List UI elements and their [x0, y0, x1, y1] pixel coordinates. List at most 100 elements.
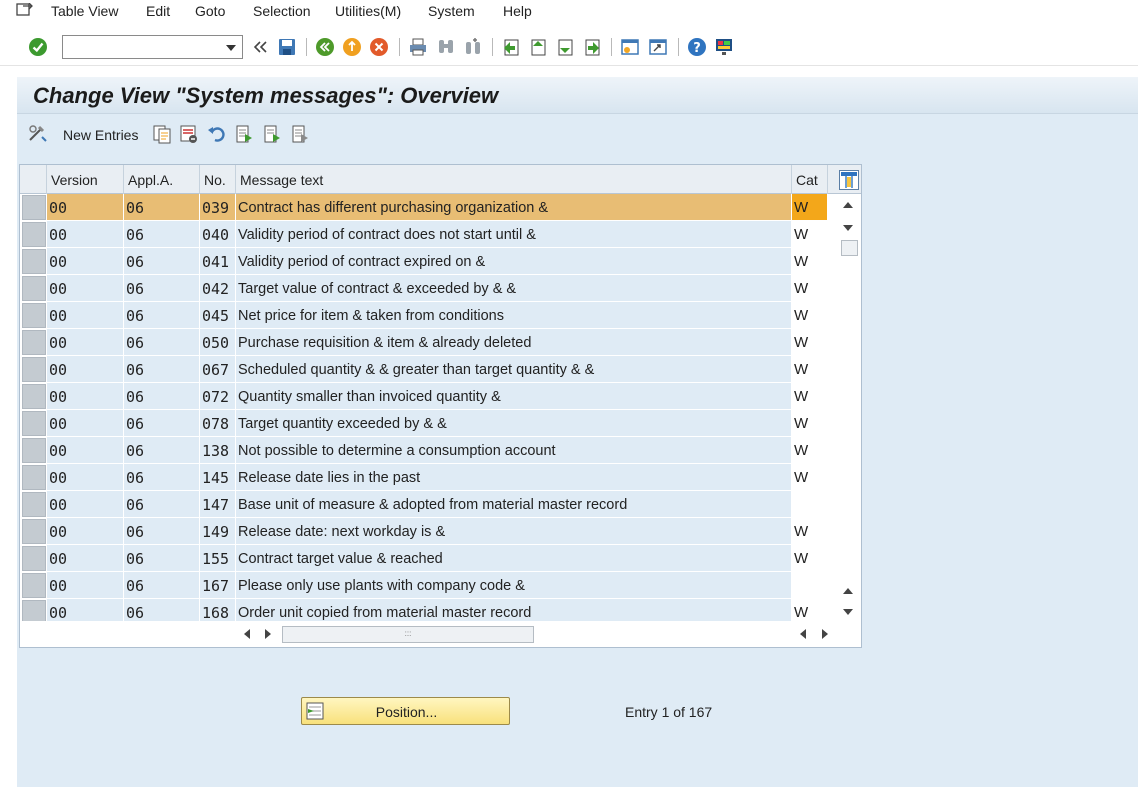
new-entries-button[interactable]: New Entries: [63, 127, 138, 143]
cell-message-text[interactable]: Contract has different purchasing organi…: [236, 194, 792, 221]
cell-message-text[interactable]: Release date: next workday is &: [236, 518, 792, 545]
customize-layout-icon[interactable]: [713, 36, 735, 58]
cell-appl-area[interactable]: 06: [124, 518, 200, 545]
table-row[interactable]: 00 06 138 Not possible to determine a consu…: [20, 437, 861, 464]
cell-number[interactable]: 072: [200, 383, 236, 410]
table-row[interactable]: 00 06 041 Validity period of contract expir…: [20, 248, 861, 275]
table-settings-icon[interactable]: [839, 170, 859, 190]
cell-version[interactable]: 00: [47, 383, 124, 410]
cell-version[interactable]: 00: [47, 356, 124, 383]
row-selector[interactable]: [22, 573, 46, 598]
cell-number[interactable]: 147: [200, 491, 236, 518]
cell-category[interactable]: [792, 572, 828, 599]
delete-icon[interactable]: [178, 123, 200, 145]
cell-category[interactable]: W: [792, 410, 828, 437]
column-header-number[interactable]: No.: [200, 165, 236, 194]
table-row[interactable]: 00 06 078 Target quantity exceeded by & & W: [20, 410, 861, 437]
cell-appl-area[interactable]: 06: [124, 194, 200, 221]
column-header-version[interactable]: Version: [47, 165, 124, 194]
next-page-icon[interactable]: [554, 36, 576, 58]
scroll-left-icon[interactable]: [244, 629, 250, 639]
row-selector[interactable]: [22, 222, 46, 247]
cell-category[interactable]: W: [792, 275, 828, 302]
cell-category[interactable]: W: [792, 194, 828, 221]
menu-table-view[interactable]: Table View: [51, 3, 118, 19]
menu-goto[interactable]: Goto: [195, 3, 225, 19]
cell-version[interactable]: 00: [47, 572, 124, 599]
cell-category[interactable]: W: [792, 545, 828, 572]
select-all-icon[interactable]: [233, 123, 255, 145]
menu-help[interactable]: Help: [503, 3, 532, 19]
select-all-column-header[interactable]: [20, 165, 47, 194]
cell-appl-area[interactable]: 06: [124, 356, 200, 383]
position-button[interactable]: Position...: [301, 697, 510, 725]
find-icon[interactable]: [435, 36, 457, 58]
cell-message-text[interactable]: Target quantity exceeded by & &: [236, 410, 792, 437]
row-selector[interactable]: [22, 519, 46, 544]
shortcut-icon[interactable]: [647, 36, 669, 58]
cell-appl-area[interactable]: 06: [124, 464, 200, 491]
cell-appl-area[interactable]: 06: [124, 221, 200, 248]
exit-icon[interactable]: [341, 36, 363, 58]
scroll-thumb[interactable]: [841, 240, 858, 256]
menu-utilities[interactable]: Utilities(M): [335, 3, 401, 19]
column-header-appl-area[interactable]: Appl.A.: [124, 165, 200, 194]
cell-number[interactable]: 167: [200, 572, 236, 599]
table-row[interactable]: 00 06 040 Validity period of contract does …: [20, 221, 861, 248]
cell-version[interactable]: 00: [47, 194, 124, 221]
display-change-icon[interactable]: [27, 123, 49, 145]
save-icon[interactable]: [276, 36, 298, 58]
create-session-icon[interactable]: [619, 36, 641, 58]
row-selector[interactable]: [22, 492, 46, 517]
menu-system[interactable]: System: [428, 3, 475, 19]
back-green-icon[interactable]: [314, 36, 336, 58]
cell-message-text[interactable]: Contract target value & reached: [236, 545, 792, 572]
table-row[interactable]: 00 06 167 Please only use plants with compa…: [20, 572, 861, 599]
cell-version[interactable]: 00: [47, 464, 124, 491]
page-down-icon[interactable]: [843, 609, 853, 615]
cell-message-text[interactable]: Please only use plants with company code…: [236, 572, 792, 599]
cell-version[interactable]: 00: [47, 518, 124, 545]
cell-category[interactable]: W: [792, 356, 828, 383]
enter-icon[interactable]: [27, 36, 49, 58]
table-row[interactable]: 00 06 045 Net price for item & taken from c…: [20, 302, 861, 329]
row-selector[interactable]: [22, 276, 46, 301]
undo-icon[interactable]: [206, 123, 228, 145]
table-row[interactable]: 00 06 072 Quantity smaller than invoiced qu…: [20, 383, 861, 410]
table-row[interactable]: 00 06 050 Purchase requisition & item & alr…: [20, 329, 861, 356]
cell-number[interactable]: 050: [200, 329, 236, 356]
menu-selection[interactable]: Selection: [253, 3, 311, 19]
cell-version[interactable]: 00: [47, 491, 124, 518]
find-next-icon[interactable]: [462, 36, 484, 58]
cell-version[interactable]: 00: [47, 221, 124, 248]
cell-appl-area[interactable]: 06: [124, 491, 200, 518]
row-selector[interactable]: [22, 438, 46, 463]
scroll-down-icon[interactable]: [843, 225, 853, 231]
cell-appl-area[interactable]: 06: [124, 437, 200, 464]
scroll-up-icon[interactable]: [843, 202, 853, 208]
scroll-left-icon[interactable]: [800, 629, 806, 639]
first-page-icon[interactable]: [500, 36, 522, 58]
menu-expand-icon[interactable]: [16, 2, 34, 17]
table-row[interactable]: 00 06 149 Release date: next workday is & W: [20, 518, 861, 545]
cell-number[interactable]: 067: [200, 356, 236, 383]
select-block-icon[interactable]: [261, 123, 283, 145]
last-page-icon[interactable]: [581, 36, 603, 58]
previous-page-icon[interactable]: [527, 36, 549, 58]
cell-message-text[interactable]: Purchase requisition & item & already de…: [236, 329, 792, 356]
row-selector[interactable]: [22, 330, 46, 355]
cell-version[interactable]: 00: [47, 329, 124, 356]
cell-category[interactable]: W: [792, 518, 828, 545]
cell-message-text[interactable]: Target value of contract & exceeded by &…: [236, 275, 792, 302]
row-selector[interactable]: [22, 546, 46, 571]
cell-version[interactable]: 00: [47, 302, 124, 329]
column-header-message-text[interactable]: Message text: [236, 165, 792, 194]
row-selector[interactable]: [22, 465, 46, 490]
chevron-down-icon[interactable]: [226, 45, 236, 51]
cell-category[interactable]: W: [792, 464, 828, 491]
cell-version[interactable]: 00: [47, 275, 124, 302]
cell-number[interactable]: 045: [200, 302, 236, 329]
cell-number[interactable]: 039: [200, 194, 236, 221]
deselect-all-icon[interactable]: [289, 123, 311, 145]
cell-number[interactable]: 155: [200, 545, 236, 572]
